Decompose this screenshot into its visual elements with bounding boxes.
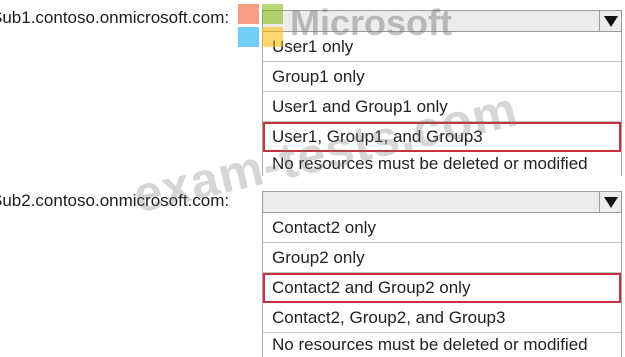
logo-square-red <box>238 4 259 24</box>
question-1-label: Sub1.contoso.onmicrosoft.com: <box>0 8 230 27</box>
question-2-option-5[interactable]: No resources must be deleted or modified <box>263 333 621 357</box>
option-label: Group1 only <box>272 67 365 86</box>
option-label: User1, Group1, and Group3 <box>272 127 483 146</box>
question-1-option-5[interactable]: No resources must be deleted or modified <box>263 152 621 176</box>
question-2-option-1[interactable]: Contact2 only <box>263 213 621 243</box>
question-1-option-3[interactable]: User1 and Group1 only <box>263 92 621 122</box>
option-label: User1 and Group1 only <box>272 97 448 116</box>
question-1-dropdown-header[interactable] <box>262 10 622 32</box>
option-label: Contact2 only <box>272 218 376 237</box>
logo-square-blue <box>238 27 259 47</box>
question-1-dropdown[interactable]: User1 only Group1 only User1 and Group1 … <box>262 10 622 176</box>
option-label: Contact2, Group2, and Group3 <box>272 308 506 327</box>
question-2-label: Sub2.contoso.onmicrosoft.com: <box>0 191 230 210</box>
question-2-option-2[interactable]: Group2 only <box>263 243 621 273</box>
question-1-option-2[interactable]: Group1 only <box>263 62 621 92</box>
question-1-option-1[interactable]: User1 only <box>263 32 621 62</box>
question-1-option-4-selected[interactable]: User1, Group1, and Group3 <box>263 122 621 152</box>
option-label: User1 only <box>272 37 354 56</box>
question-2-option-4[interactable]: Contact2, Group2, and Group3 <box>263 303 621 333</box>
question-2-dropdown-header[interactable] <box>262 191 622 213</box>
option-label: Group2 only <box>272 248 365 267</box>
option-label: Contact2 and Group2 only <box>272 278 471 297</box>
option-label: No resources must be deleted or modified <box>272 335 588 354</box>
chevron-down-icon[interactable] <box>599 192 621 212</box>
question-2-options: Contact2 only Group2 only Contact2 and G… <box>262 213 622 357</box>
chevron-down-icon[interactable] <box>599 11 621 31</box>
option-label: No resources must be deleted or modified <box>272 154 588 173</box>
question-2-option-3-selected[interactable]: Contact2 and Group2 only <box>263 273 621 303</box>
question-1-options: User1 only Group1 only User1 and Group1 … <box>262 32 622 176</box>
question-2-dropdown[interactable]: Contact2 only Group2 only Contact2 and G… <box>262 191 622 357</box>
